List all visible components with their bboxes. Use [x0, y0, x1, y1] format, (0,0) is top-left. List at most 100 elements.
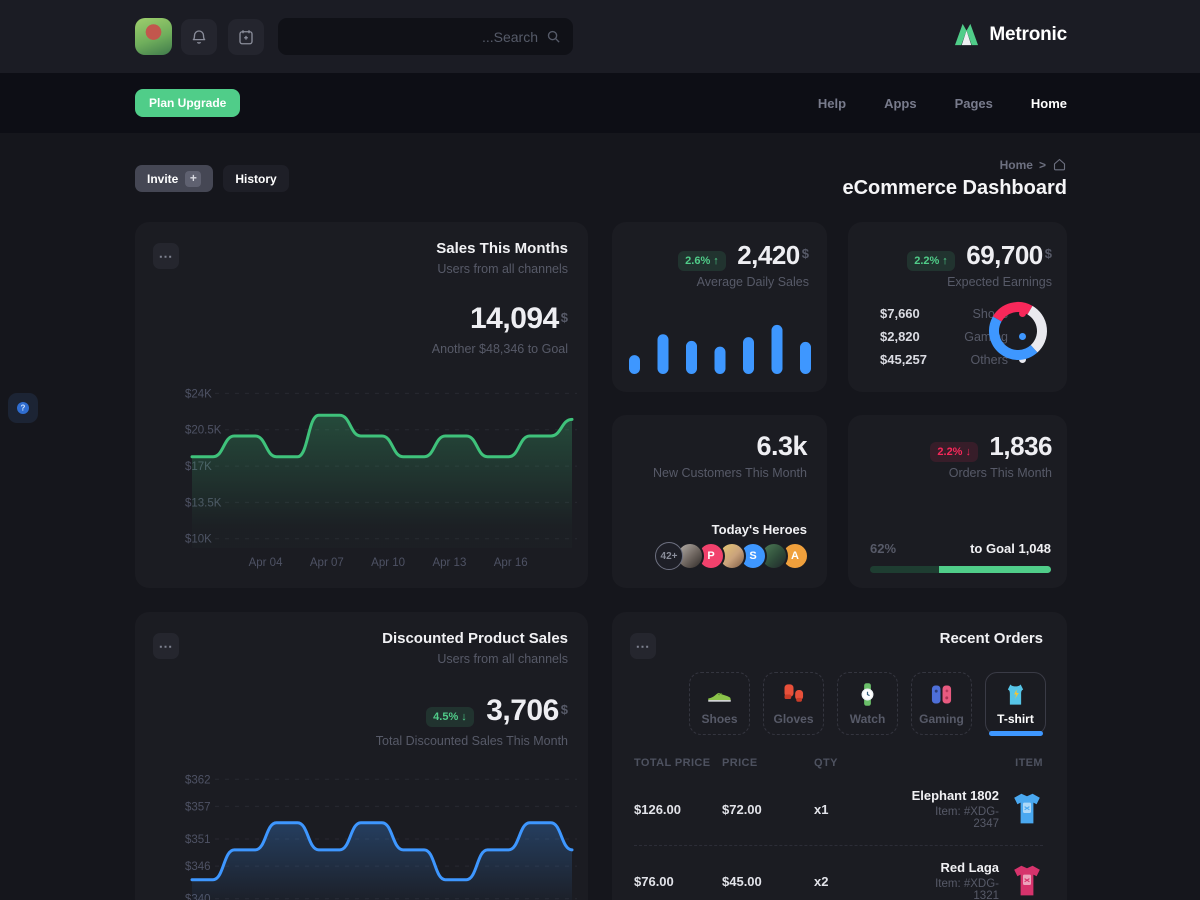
- svg-text:Apr 04: Apr 04: [249, 557, 283, 569]
- discounted-value: 3,706: [486, 694, 559, 727]
- customers-label: New Customers This Month: [653, 466, 807, 480]
- col-item: ITEM: [910, 757, 1043, 769]
- tab-label: Gloves: [773, 712, 813, 726]
- brand-logo[interactable]: Metronic: [953, 22, 1067, 47]
- search-icon: [546, 29, 561, 44]
- history-label: History: [235, 172, 276, 186]
- svg-text:Apr 10: Apr 10: [371, 557, 405, 569]
- legend-amount: $2,820: [880, 329, 938, 344]
- recent-orders-menu-button[interactable]: ⋯: [630, 633, 656, 659]
- brand-name: Metronic: [989, 24, 1067, 46]
- discounted-currency: $: [561, 702, 568, 717]
- daily-sales-bar-chart: [629, 320, 811, 374]
- col-total-price: TOTAL PRICE: [634, 757, 722, 769]
- plan-upgrade-button[interactable]: Plan Upgrade: [135, 89, 240, 117]
- orders-goal-label: to Goal 1,048: [970, 541, 1051, 556]
- heroes-title: Today's Heroes: [712, 522, 807, 537]
- daily-currency: $: [802, 246, 809, 261]
- avatar-count[interactable]: 42+: [655, 542, 683, 570]
- tshirt-image: [1011, 863, 1043, 899]
- sales-currency: $: [561, 310, 568, 325]
- discounted-line-chart: $362$357$351$346$340: [145, 755, 581, 900]
- tshirt-icon: [1002, 681, 1029, 708]
- tab-label: Shoes: [701, 712, 737, 726]
- discounted-badge: 4.5%↓: [426, 707, 474, 727]
- svg-text:$20.5K: $20.5K: [185, 425, 222, 437]
- sneaker-icon: [706, 681, 733, 708]
- sales-card-title: Sales This Months: [436, 240, 568, 257]
- orders-table-header: TOTAL PRICE PRICE QTY ITEM: [634, 757, 1043, 769]
- item-id: Item: #XDG-1321: [910, 878, 999, 900]
- watch-icon: [854, 681, 881, 708]
- earnings-card: 2.2%↑ 69,700$ Expected Earnings $7,660 S…: [848, 222, 1067, 392]
- gloves-icon: [780, 681, 807, 708]
- category-tabs: Shoes Gloves Watch Gaming T-shirt: [689, 672, 1046, 735]
- tab-shoes[interactable]: Shoes: [689, 672, 750, 735]
- earnings-badge: 2.2%↑: [907, 251, 955, 271]
- tab-watch[interactable]: Watch: [837, 672, 898, 735]
- page-title: eCommerce Dashboard: [842, 177, 1067, 200]
- home-icon: [1052, 157, 1067, 172]
- recent-orders-card: ⋯ Recent Orders Shoes Gloves Watch Gamin…: [612, 612, 1067, 900]
- orders-label: Orders This Month: [930, 466, 1052, 480]
- tab-gaming[interactable]: Gaming: [911, 672, 972, 735]
- breadcrumb-home[interactable]: Home: [1000, 158, 1033, 172]
- sales-value: 14,094: [470, 302, 559, 335]
- svg-text:Apr 16: Apr 16: [494, 557, 528, 569]
- search-box: [278, 18, 573, 55]
- nav-link-help[interactable]: Help: [818, 96, 846, 111]
- legend-amount: $45,257: [880, 352, 938, 367]
- customers-value: 6.3k: [756, 431, 807, 461]
- item-name: Red Laga: [910, 860, 999, 875]
- cell-total-price: $126.00: [634, 802, 722, 817]
- cell-item: Red Laga Item: #XDG-1321: [910, 860, 999, 900]
- tab-t-shirt[interactable]: T-shirt: [985, 672, 1046, 735]
- top-header-bar: Metronic: [0, 0, 1200, 73]
- user-avatar[interactable]: [135, 18, 172, 55]
- daily-badge: 2.6%↑: [678, 251, 726, 271]
- svg-text:?: ?: [21, 404, 26, 413]
- progress-fill: [939, 566, 1051, 573]
- add-event-button[interactable]: [228, 19, 264, 55]
- discounted-subtitle: Users from all channels: [437, 652, 568, 666]
- arrow-up-icon: ↑: [942, 255, 948, 267]
- nav-link-home[interactable]: Home: [1031, 96, 1067, 111]
- daily-value-block: 2.6%↑ 2,420$ Average Daily Sales: [678, 240, 809, 289]
- svg-text:$351: $351: [185, 834, 211, 846]
- history-button[interactable]: History: [223, 165, 288, 192]
- cell-item: Elephant 1802 Item: #XDG-2347: [910, 788, 999, 830]
- earnings-donut-chart: [985, 298, 1051, 364]
- customers-value-block: 6.3k New Customers This Month: [653, 431, 807, 480]
- dots-menu-icon: ⋯: [636, 641, 651, 651]
- help-button[interactable]: ?: [8, 393, 38, 423]
- orders-value: 1,836: [989, 431, 1052, 461]
- search-input[interactable]: [308, 29, 538, 45]
- legend-amount: $7,660: [880, 306, 938, 321]
- sales-card-menu-button[interactable]: ⋯: [153, 243, 179, 269]
- tab-label: Gaming: [919, 712, 964, 726]
- calendar-plus-icon: [237, 28, 255, 46]
- tab-label: Watch: [850, 712, 886, 726]
- invite-button[interactable]: Invite +: [135, 165, 213, 192]
- cell-price: $45.00: [722, 874, 814, 889]
- discounted-card-menu-button[interactable]: ⋯: [153, 633, 179, 659]
- discounted-title: Discounted Product Sales: [382, 630, 568, 647]
- tab-label: T-shirt: [997, 712, 1034, 726]
- item-thumb: [999, 863, 1043, 899]
- bell-icon: [190, 28, 208, 46]
- discounted-card: ⋯ Discounted Product Sales Users from al…: [135, 612, 588, 900]
- daily-sales-card: 2.6%↑ 2,420$ Average Daily Sales: [612, 222, 827, 392]
- item-name: Elephant 1802: [910, 788, 999, 803]
- active-tab-indicator: [989, 731, 1043, 736]
- notifications-button[interactable]: [181, 19, 217, 55]
- discounted-value-block: 4.5%↓ 3,706$ Total Discounted Sales This…: [376, 694, 568, 748]
- invite-label: Invite: [147, 172, 178, 186]
- tab-gloves[interactable]: Gloves: [763, 672, 824, 735]
- breadcrumb[interactable]: Home >: [1000, 157, 1067, 172]
- nav-link-apps[interactable]: Apps: [884, 96, 917, 111]
- order-row: $76.00 $45.00 x2 Red Laga Item: #XDG-132…: [634, 846, 1043, 900]
- nav-link-pages[interactable]: Pages: [955, 96, 993, 111]
- arrow-up-icon: ↑: [713, 255, 719, 267]
- tshirt-image: [1011, 791, 1043, 827]
- secondary-nav-bar: Plan Upgrade Help Apps Pages Home: [0, 73, 1200, 133]
